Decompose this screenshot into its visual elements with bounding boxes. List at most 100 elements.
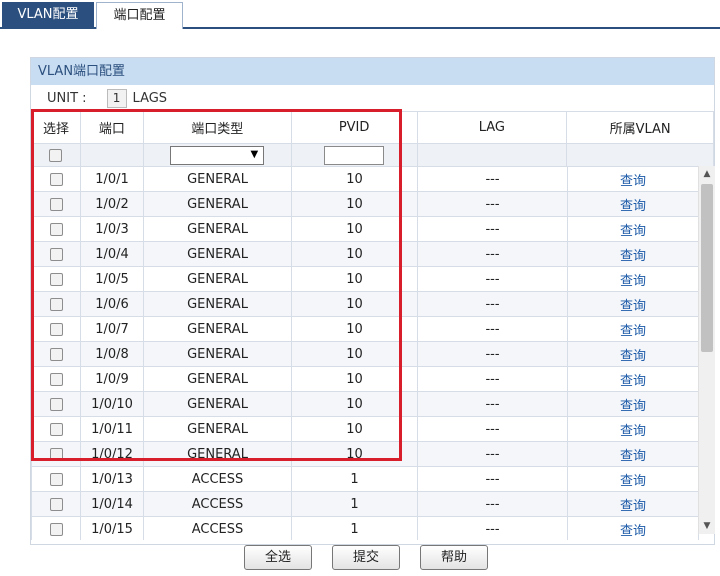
port-cell-wrap: 1/0/15: [80, 516, 144, 540]
query-vlan-link[interactable]: 查询: [620, 324, 646, 339]
port-type-cell: ACCESS: [191, 521, 244, 537]
query-vlan-link[interactable]: 查询: [620, 399, 646, 414]
select-cell: [31, 466, 81, 492]
query-vlan-link-wrap: 查询: [567, 366, 699, 392]
query-vlan-link[interactable]: 查询: [620, 199, 646, 214]
port-cell: 1/0/3: [95, 221, 129, 237]
row-checkbox[interactable]: [49, 347, 63, 361]
help-button[interactable]: 帮助: [420, 545, 488, 570]
port-type-cell-wrap: GENERAL: [143, 341, 292, 367]
port-cell: 1/0/10: [91, 396, 133, 412]
port-type-filter-select[interactable]: ▼: [170, 146, 265, 165]
table-row: 1/0/5 GENERAL 10 --- 查询: [31, 266, 699, 292]
lag-cell-wrap: ---: [417, 291, 568, 317]
pvid-filter-input[interactable]: [324, 146, 385, 165]
port-type-cell-wrap: GENERAL: [143, 366, 292, 392]
row-checkbox[interactable]: [49, 447, 63, 461]
pvid-cell: 10: [346, 371, 363, 387]
select-cell: [31, 191, 81, 217]
port-type-cell-wrap: ACCESS: [143, 466, 292, 492]
query-vlan-link[interactable]: 查询: [620, 524, 646, 539]
query-vlan-link[interactable]: 查询: [620, 424, 646, 439]
tab-port-config[interactable]: 端口配置: [96, 2, 183, 29]
header-row: 选择 端口 端口类型 PVID LAG 所属VLAN: [31, 111, 714, 144]
port-type-cell: GENERAL: [187, 321, 248, 337]
lag-cell: ---: [485, 396, 500, 412]
query-vlan-link[interactable]: 查询: [620, 374, 646, 389]
select-all-checkbox[interactable]: [49, 149, 63, 162]
select-cell: [31, 391, 81, 417]
lag-cell-wrap: ---: [417, 166, 568, 192]
row-checkbox[interactable]: [49, 522, 63, 536]
table-row: 1/0/12 GENERAL 10 --- 查询: [31, 441, 699, 467]
tab-bar: VLAN配置 端口配置: [0, 0, 720, 29]
row-checkbox[interactable]: [49, 222, 63, 236]
scrollbar-thumb[interactable]: [701, 184, 713, 352]
unit-label: UNIT :: [47, 91, 87, 106]
lag-cell: ---: [485, 321, 500, 337]
query-vlan-link[interactable]: 查询: [620, 299, 646, 314]
unit-selector[interactable]: 1: [106, 89, 127, 108]
query-vlan-link-wrap: 查询: [567, 316, 699, 342]
row-checkbox[interactable]: [49, 247, 63, 261]
port-rows: 1/0/1 GENERAL 10 --- 查询 1/0/2 GENERAL 10 --- 查询 1/…: [31, 166, 699, 540]
port-table-header: 选择 端口 端口类型 PVID LAG 所属VLAN ▼: [31, 111, 714, 168]
pvid-cell: 10: [346, 271, 363, 287]
select-cell: [31, 416, 81, 442]
pvid-cell: 1: [350, 521, 359, 537]
row-checkbox[interactable]: [49, 497, 63, 511]
port-type-cell: ACCESS: [191, 496, 244, 512]
query-vlan-link[interactable]: 查询: [620, 249, 646, 264]
lag-cell-wrap: ---: [417, 391, 568, 417]
row-checkbox[interactable]: [49, 297, 63, 311]
select-cell: [31, 366, 81, 392]
row-checkbox[interactable]: [49, 472, 63, 486]
query-vlan-link[interactable]: 查询: [620, 224, 646, 239]
table-scrollbar[interactable]: ▲ ▼: [698, 166, 715, 534]
pvid-cell-wrap: 10: [291, 391, 418, 417]
query-vlan-link[interactable]: 查询: [620, 274, 646, 289]
port-type-cell: GENERAL: [187, 346, 248, 362]
row-checkbox[interactable]: [49, 197, 63, 211]
query-vlan-link[interactable]: 查询: [620, 449, 646, 464]
select-cell: [31, 266, 81, 292]
select-all-button[interactable]: 全选: [244, 545, 312, 570]
query-vlan-link[interactable]: 查询: [620, 174, 646, 189]
lag-cell-wrap: ---: [417, 516, 568, 540]
scroll-up-icon[interactable]: ▲: [699, 166, 715, 182]
tab-vlan-config[interactable]: VLAN配置: [2, 2, 94, 27]
lags-link[interactable]: LAGS: [133, 91, 168, 106]
pvid-cell: 10: [346, 171, 363, 187]
port-type-cell: GENERAL: [187, 196, 248, 212]
pvid-cell-wrap: 10: [291, 291, 418, 317]
lag-cell-wrap: ---: [417, 366, 568, 392]
lag-cell-wrap: ---: [417, 316, 568, 342]
pvid-cell: 10: [346, 196, 363, 212]
pvid-cell-wrap: 10: [291, 316, 418, 342]
col-header-port-type: 端口类型: [142, 111, 292, 144]
row-checkbox[interactable]: [49, 322, 63, 336]
submit-button[interactable]: 提交: [332, 545, 400, 570]
query-vlan-link[interactable]: 查询: [620, 349, 646, 364]
row-checkbox[interactable]: [49, 397, 63, 411]
pvid-cell-wrap: 10: [291, 191, 418, 217]
row-checkbox[interactable]: [49, 422, 63, 436]
port-table-body: 1/0/1 GENERAL 10 --- 查询 1/0/2 GENERAL 10 --- 查询 1/…: [31, 166, 714, 540]
port-type-cell: ACCESS: [191, 471, 244, 487]
query-vlan-link-wrap: 查询: [567, 441, 699, 467]
row-checkbox[interactable]: [49, 272, 63, 286]
pvid-cell: 10: [346, 246, 363, 262]
table-row: 1/0/7 GENERAL 10 --- 查询: [31, 316, 699, 342]
table-row: 1/0/14 ACCESS 1 --- 查询: [31, 491, 699, 517]
pvid-cell-wrap: 10: [291, 416, 418, 442]
pvid-cell: 1: [350, 496, 359, 512]
row-checkbox[interactable]: [49, 172, 63, 186]
scroll-down-icon[interactable]: ▼: [699, 518, 715, 534]
pvid-cell-wrap: 10: [291, 241, 418, 267]
query-vlan-link[interactable]: 查询: [620, 474, 646, 489]
table-row: 1/0/10 GENERAL 10 --- 查询: [31, 391, 699, 417]
lag-cell: ---: [485, 221, 500, 237]
query-vlan-link[interactable]: 查询: [620, 499, 646, 514]
lag-cell: ---: [485, 371, 500, 387]
row-checkbox[interactable]: [49, 372, 63, 386]
